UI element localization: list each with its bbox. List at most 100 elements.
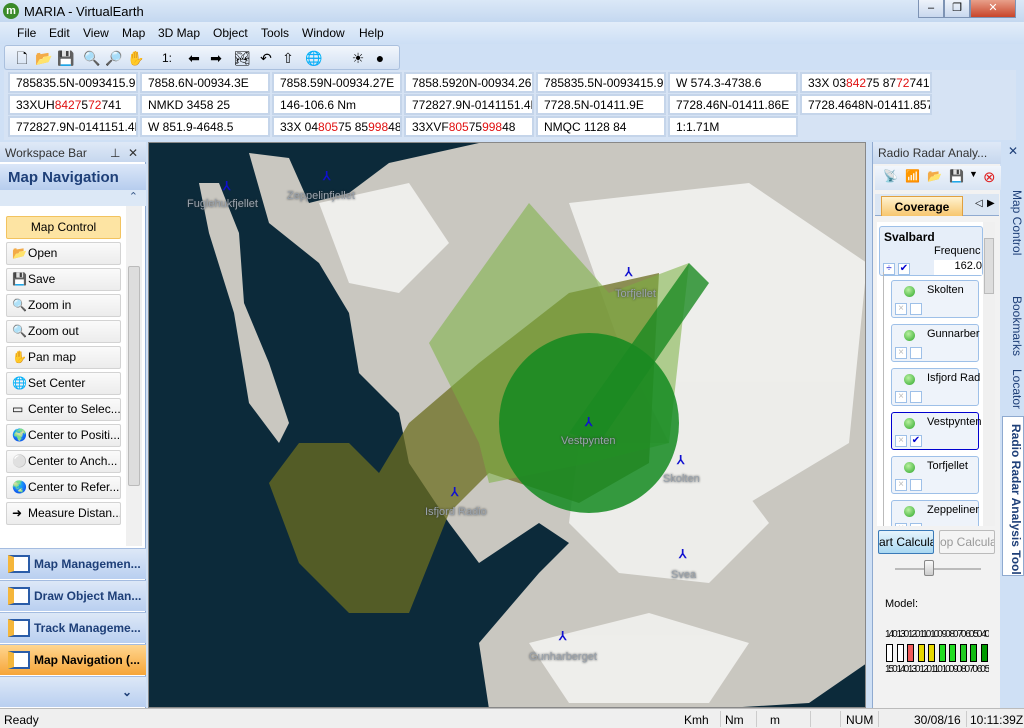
menu-file[interactable]: File <box>17 26 36 40</box>
antenna-icon[interactable]: ⅄ <box>559 629 566 643</box>
nav-button-center-to-anch[interactable]: ⚪Center to Anch... <box>6 450 121 473</box>
side-tab-map-control[interactable]: Map Control <box>1002 170 1024 270</box>
coordinate-cell[interactable]: 7728.4648N-01411.8571E <box>800 94 932 115</box>
sphere-icon[interactable]: ● <box>371 49 389 67</box>
dropdown-arrow-icon[interactable]: ▼ <box>969 169 978 179</box>
coordinate-cell[interactable]: 33X 0480575 8599848 <box>272 116 402 137</box>
side-tab-radio-radar-analysis-tool[interactable]: Radio Radar Analysis Tool <box>1002 416 1024 576</box>
menu-object[interactable]: Object <box>213 26 248 40</box>
remove-checkbox[interactable]: × <box>895 435 907 447</box>
nav-button-zoom-out[interactable]: 🔍Zoom out <box>6 320 121 343</box>
coordinate-cell[interactable]: 785835.5N-0093415.9E <box>8 72 138 93</box>
antenna-icon[interactable]: ⅄ <box>677 453 684 467</box>
coordinate-cell[interactable]: 7858.6N-00934.3E <box>140 72 270 93</box>
sun-icon[interactable]: ☀ <box>349 49 367 67</box>
coordinate-cell[interactable]: 7728.46N-01411.86E <box>668 94 798 115</box>
group-checkbox[interactable]: ✔ <box>898 263 910 275</box>
nav-button-save[interactable]: 💾Save <box>6 268 121 291</box>
start-calculation-button[interactable]: art Calculati <box>878 530 934 554</box>
coordinate-cell[interactable]: 33XUH8427572741 <box>8 94 138 115</box>
menu-tools[interactable]: Tools <box>261 26 289 40</box>
station-item[interactable]: Isfjord Rad × <box>891 368 980 406</box>
open-folder-icon[interactable]: 📂 <box>927 169 942 183</box>
map-rotate-icon[interactable]: ↶ <box>257 49 275 67</box>
menu-view[interactable]: View <box>83 26 109 40</box>
station-checkbox[interactable] <box>910 523 922 526</box>
station-checkbox[interactable] <box>910 391 922 403</box>
remove-checkbox[interactable]: × <box>895 347 907 359</box>
coordinate-cell[interactable]: 772827.9N-0141151.4E <box>404 94 534 115</box>
restore-button[interactable]: ❐ <box>944 0 970 18</box>
coordinate-cell[interactable]: 7728.5N-01411.9E <box>536 94 666 115</box>
section-map-navigation[interactable]: Map Navigation (... <box>0 644 146 675</box>
coordinate-cell[interactable]: NMQC 1128 84 <box>536 116 666 137</box>
nav-button-set-center[interactable]: 🌐Set Center <box>6 372 121 395</box>
new-icon[interactable]: 🗋 <box>13 49 31 67</box>
nav-button-center-to-selec[interactable]: ▭ Center to Selec... <box>6 398 121 421</box>
remove-checkbox[interactable]: × <box>895 479 907 491</box>
nav-button-zoom-in[interactable]: 🔍Zoom in <box>6 294 121 317</box>
group-svalbard[interactable]: Svalbard Frequenc 162.0 ÷ ✔ <box>879 226 983 276</box>
remove-checkbox[interactable]: × <box>895 391 907 403</box>
coordinate-cell[interactable]: W 851.9-4648.5 <box>140 116 270 137</box>
collapse-chevron-icon[interactable]: ⌃ <box>0 190 146 206</box>
frequency-input[interactable]: 162.0 <box>934 260 982 275</box>
nav-button-open[interactable]: 📂Open <box>6 242 121 265</box>
expand-toggle[interactable]: ÷ <box>883 263 895 275</box>
model-slider-track[interactable] <box>895 568 981 570</box>
scale-dropdown[interactable]: 1: <box>153 49 181 67</box>
nav-button-center-to-refer[interactable]: 🌏Center to Refer... <box>6 476 121 499</box>
antenna-icon[interactable]: ⅄ <box>625 265 632 279</box>
minimize-button[interactable]: – <box>918 0 944 18</box>
close-icon[interactable]: ✕ <box>128 146 138 160</box>
station-checkbox[interactable] <box>910 347 922 359</box>
coordinate-cell[interactable]: 33X 0384275 8772741 <box>800 72 932 93</box>
model-slider-thumb[interactable] <box>924 560 935 576</box>
antenna-icon[interactable]: ⅄ <box>323 169 330 183</box>
sections-overflow-chevron[interactable]: ⌄ <box>0 676 146 707</box>
coordinate-cell[interactable]: 785835.5N-0093415.9E <box>536 72 666 93</box>
tab-scroll-right-icon[interactable]: ▶ <box>987 198 995 209</box>
pan-hand-icon[interactable]: ✋ <box>127 49 145 67</box>
back-arrow-icon[interactable]: ⬅ <box>185 49 203 67</box>
station-checkbox[interactable]: ✔ <box>910 435 922 447</box>
antenna-icon[interactable]: ⅄ <box>223 179 230 193</box>
nav-button-pan-map[interactable]: ✋Pan map <box>6 346 121 369</box>
coordinate-cell[interactable]: 146-106.6 Nm <box>272 94 402 115</box>
station-item[interactable]: Torfjellet × <box>891 456 979 494</box>
side-tab-locator[interactable]: Locator <box>1002 358 1024 414</box>
station-checkbox[interactable] <box>910 479 922 491</box>
remove-checkbox[interactable]: × <box>895 523 907 526</box>
side-tab-close-icon[interactable]: ✕ <box>1002 144 1024 164</box>
pin-icon[interactable]: ⊥ <box>110 146 120 160</box>
antenna-icon[interactable]: ⅄ <box>585 415 592 429</box>
section-map-managemen[interactable]: Map Managemen... <box>0 548 146 579</box>
station-checkbox[interactable] <box>910 303 922 315</box>
globe-icon[interactable]: 🌐 <box>305 49 323 67</box>
map-view[interactable]: ⅄ ⅄ ⅄ ⅄ ⅄ ⅄ ⅄ ⅄ Fuglehukfjellet Zeppelin… <box>148 142 866 708</box>
nav-button-center-to-positi[interactable]: 🌍Center to Positi... <box>6 424 121 447</box>
signal-icon[interactable]: 📶 <box>905 169 920 183</box>
remove-checkbox[interactable]: × <box>895 303 907 315</box>
zoom-in-icon[interactable]: 🔍 <box>83 49 101 67</box>
coordinate-cell[interactable]: W 574.3-4738.6 <box>668 72 798 93</box>
menu-window[interactable]: Window <box>302 26 345 40</box>
menu-map[interactable]: Map <box>122 26 145 40</box>
close-circle-icon[interactable]: ⊗ <box>983 168 996 186</box>
menu-3d-map[interactable]: 3D Map <box>158 26 200 40</box>
nav-button-measure-distan[interactable]: ➜ Measure Distan... <box>6 502 121 525</box>
stop-calculation-button[interactable]: op Calculati <box>939 530 995 554</box>
coordinate-cell[interactable]: 33XVF8057599848 <box>404 116 534 137</box>
menu-edit[interactable]: Edit <box>49 26 70 40</box>
station-item[interactable]: Vestpynten × ✔ <box>891 412 981 450</box>
side-tab-bookmarks[interactable]: Bookmarks <box>1002 280 1024 366</box>
antenna-icon[interactable]: ⅄ <box>451 485 458 499</box>
menu-help[interactable]: Help <box>359 26 384 40</box>
nav-button-map-control[interactable]: Map Control <box>6 216 121 239</box>
scrollbar[interactable] <box>983 222 995 526</box>
station-item[interactable]: Skolten × <box>891 280 979 318</box>
map-up-icon[interactable]: ⇧ <box>279 49 297 67</box>
map-image-icon[interactable]: 🏞 <box>233 49 251 67</box>
section-track-manageme[interactable]: Track Manageme... <box>0 612 146 643</box>
coordinate-cell[interactable]: 1:1.71M <box>668 116 798 137</box>
